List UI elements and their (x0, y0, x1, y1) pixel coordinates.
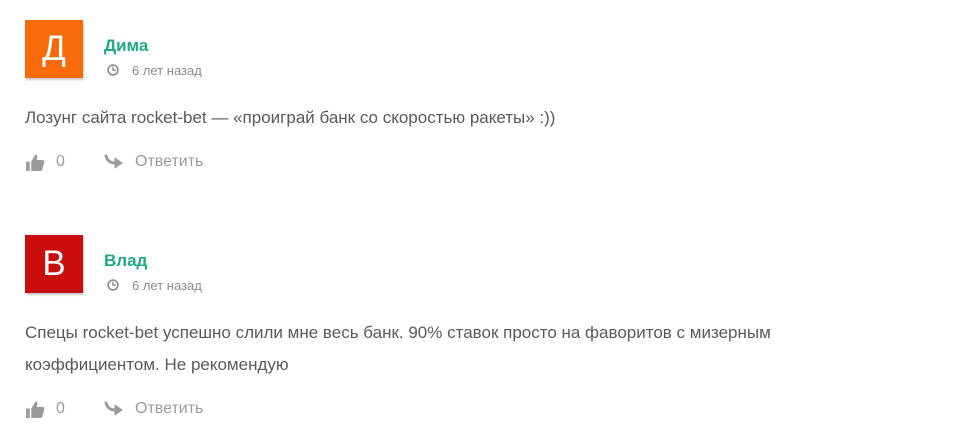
like-count: 0 (56, 400, 65, 417)
comment-text: Лозунг сайта rocket-bet — «проиграй банк… (25, 108, 556, 127)
comment-actions: 0 Ответить (25, 152, 972, 172)
thumbs-up-icon (26, 401, 45, 418)
reply-label: Ответить (135, 400, 204, 417)
author-name: Влад (104, 251, 148, 270)
comment-date: 6 лет назад (104, 277, 202, 293)
comment-actions: 0 Ответить (25, 399, 972, 419)
like-button[interactable]: 0 (25, 400, 104, 418)
avatar-letter: В (42, 244, 66, 283)
comment-time: 6 лет назад (132, 277, 202, 293)
comment-text: Спецы rocket-bet успешно слили мне весь … (25, 323, 771, 374)
comments-list: Д Дима 6 лет назад Лозунг сайта rocket-b… (0, 0, 972, 419)
thumbs-up-icon (26, 154, 45, 171)
clock-icon (107, 279, 119, 291)
comment: В Влад 6 лет назад Спецы rocket-bet успе… (25, 235, 972, 419)
author-name: Дима (104, 36, 149, 55)
clock-icon (107, 64, 119, 76)
like-button[interactable]: 0 (25, 153, 104, 171)
comment: Д Дима 6 лет назад Лозунг сайта rocket-b… (25, 0, 972, 172)
comment-header: Д Дима 6 лет назад (25, 20, 972, 78)
reply-button[interactable]: Ответить (104, 153, 203, 171)
reply-arrow-icon (104, 154, 124, 170)
like-count: 0 (56, 153, 65, 170)
reply-arrow-icon (104, 401, 124, 417)
comment-time: 6 лет назад (132, 62, 202, 78)
reply-button[interactable]: Ответить (104, 400, 203, 418)
reply-label: Ответить (135, 153, 204, 170)
comment-header: В Влад 6 лет назад (25, 235, 972, 293)
avatar-letter: Д (42, 29, 66, 68)
comment-meta: Влад 6 лет назад (104, 235, 202, 293)
avatar: В (25, 235, 83, 293)
avatar: Д (25, 20, 83, 78)
comment-date: 6 лет назад (104, 62, 202, 78)
comment-meta: Дима 6 лет назад (104, 20, 202, 78)
